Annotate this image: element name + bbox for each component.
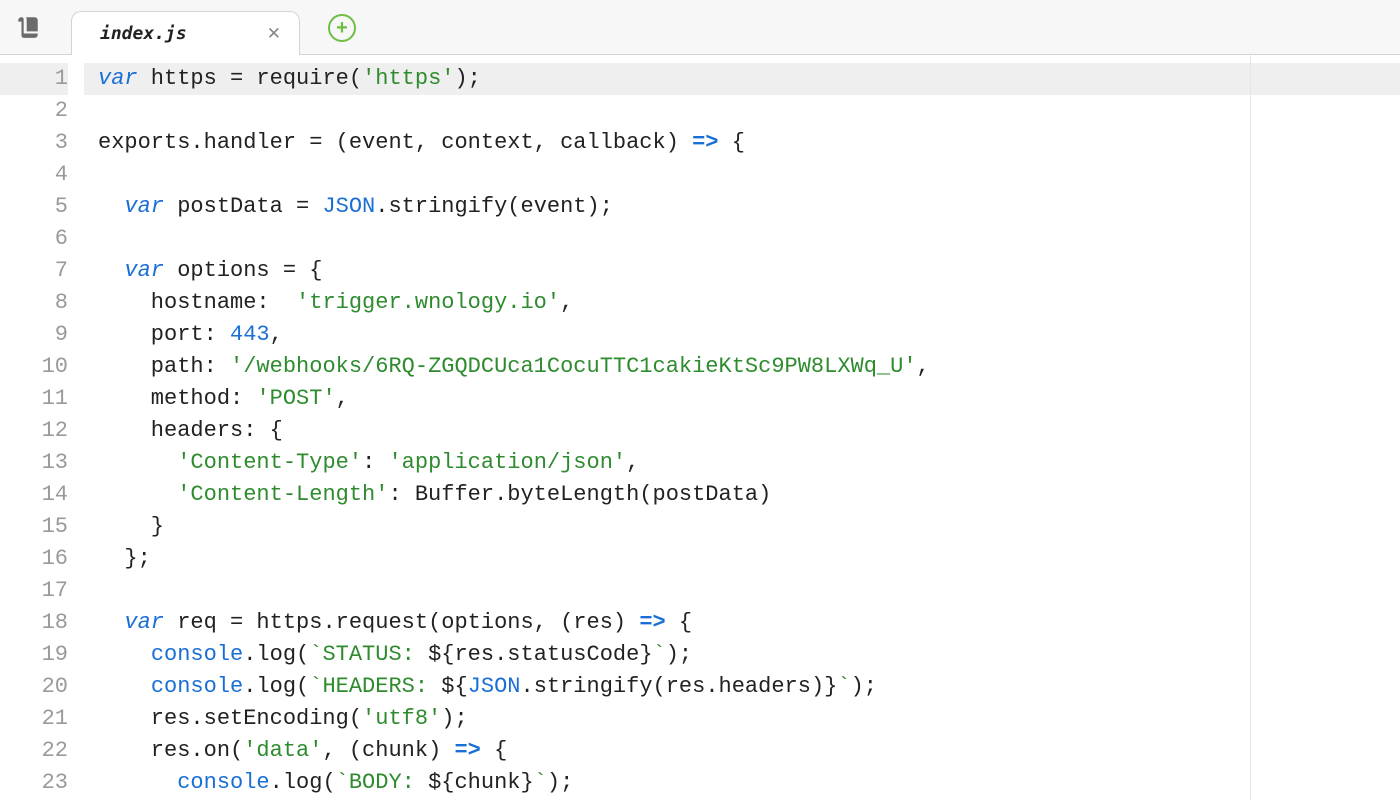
code-line[interactable]: 'Content-Length': Buffer.byteLength(post…	[84, 479, 1400, 511]
code-line[interactable]	[84, 159, 1400, 191]
code-editor[interactable]: 1234567891011121314151617181920212223 va…	[0, 55, 1400, 800]
code-line[interactable]: exports.handler = (event, context, callb…	[84, 127, 1400, 159]
line-number: 15	[0, 511, 68, 543]
line-number: 10	[0, 351, 68, 383]
scroll-icon[interactable]	[15, 14, 41, 40]
code-line[interactable]: port: 443,	[84, 319, 1400, 351]
code-line[interactable]: var postData = JSON.stringify(event);	[84, 191, 1400, 223]
code-line[interactable]: var options = {	[84, 255, 1400, 287]
close-icon[interactable]: ✕	[267, 25, 281, 42]
line-number-gutter: 1234567891011121314151617181920212223	[0, 55, 84, 800]
code-line[interactable]: res.setEncoding('utf8');	[84, 703, 1400, 735]
tab-bar: index.js ✕ +	[0, 0, 1400, 55]
code-line[interactable]	[84, 95, 1400, 127]
line-number: 21	[0, 703, 68, 735]
line-number: 12	[0, 415, 68, 447]
code-line[interactable]: method: 'POST',	[84, 383, 1400, 415]
code-line[interactable]: 'Content-Type': 'application/json',	[84, 447, 1400, 479]
line-number: 8	[0, 287, 68, 319]
line-number: 4	[0, 159, 68, 191]
file-tab[interactable]: index.js ✕	[71, 11, 300, 55]
line-number: 11	[0, 383, 68, 415]
line-number: 1	[0, 63, 68, 95]
tab-label: index.js	[100, 23, 187, 44]
line-number: 23	[0, 767, 68, 799]
code-line[interactable]: headers: {	[84, 415, 1400, 447]
line-number: 13	[0, 447, 68, 479]
code-line[interactable]: console.log(`STATUS: ${res.statusCode}`)…	[84, 639, 1400, 671]
right-margin-guide	[1250, 55, 1251, 800]
code-line[interactable]: var https = require('https');	[84, 63, 1400, 95]
line-number: 20	[0, 671, 68, 703]
line-number: 5	[0, 191, 68, 223]
code-line[interactable]: path: '/webhooks/6RQ-ZGQDCUca1CocuTTC1ca…	[84, 351, 1400, 383]
line-number: 17	[0, 575, 68, 607]
line-number: 6	[0, 223, 68, 255]
line-number: 19	[0, 639, 68, 671]
new-tab-button[interactable]: +	[328, 14, 356, 42]
code-area[interactable]: var https = require('https'); exports.han…	[84, 55, 1400, 800]
code-line[interactable]	[84, 575, 1400, 607]
code-line[interactable]: console.log(`HEADERS: ${JSON.stringify(r…	[84, 671, 1400, 703]
line-number: 9	[0, 319, 68, 351]
code-line[interactable]: res.on('data', (chunk) => {	[84, 735, 1400, 767]
line-number: 2	[0, 95, 68, 127]
line-number: 18	[0, 607, 68, 639]
code-line[interactable]: }	[84, 511, 1400, 543]
line-number: 14	[0, 479, 68, 511]
line-number: 16	[0, 543, 68, 575]
line-number: 3	[0, 127, 68, 159]
code-line[interactable]: var req = https.request(options, (res) =…	[84, 607, 1400, 639]
line-number: 22	[0, 735, 68, 767]
code-line[interactable]	[84, 223, 1400, 255]
line-number: 7	[0, 255, 68, 287]
code-line[interactable]: };	[84, 543, 1400, 575]
code-line[interactable]: hostname: 'trigger.wnology.io',	[84, 287, 1400, 319]
code-line[interactable]: console.log(`BODY: ${chunk}`);	[84, 767, 1400, 799]
